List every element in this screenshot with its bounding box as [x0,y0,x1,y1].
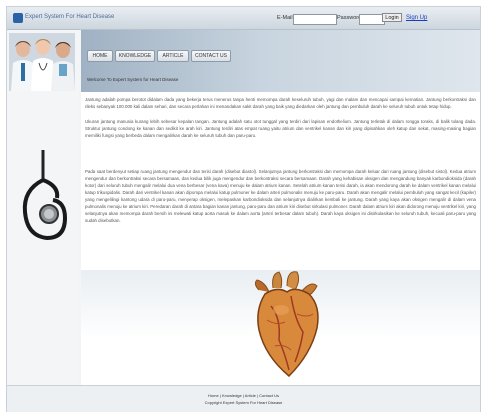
footer-copyright: Copyright Expert System For Heart Diseas… [204,400,283,405]
tab-knowledge[interactable]: KNOWLEDGE [115,50,155,62]
email-field[interactable] [293,14,337,25]
main-content: HOME KNOWLEDGE ARTICLE CONTACT US Welcom… [81,30,480,385]
site-title[interactable]: Expert System For Heart Disease [25,14,114,20]
signup-link[interactable]: Sign Up [406,15,427,21]
tab-contact-us[interactable]: CONTACT US [191,50,231,62]
page: Expert System For Heart Disease E-Mail P… [6,6,481,412]
tab-article[interactable]: ARTICLE [157,50,189,62]
doctors-photo [9,33,75,91]
email-label: E-Mail [277,15,293,21]
tab-home[interactable]: HOME [87,50,113,62]
paragraph: Jantung adalah pompa berotot didalam dad… [85,97,476,109]
paragraph: Ukuran jantung manusia kurang lebih sebe… [85,119,476,138]
footer: Home | Knowledge | Article | Contact Us … [7,385,480,412]
footer-links[interactable]: Home | Knowledge | Article | Contact Us [7,393,480,398]
stethoscope-image [13,150,73,260]
heart-image [251,270,326,380]
site-logo-icon [13,13,23,23]
password-label: Password [337,15,362,21]
banner: HOME KNOWLEDGE ARTICLE CONTACT US Welcom… [81,30,480,92]
welcome-text: Welcome To Expert System for Heart Disea… [87,77,179,82]
sidebar [7,30,79,385]
login-button[interactable]: Login [382,13,402,22]
paragraph: Pada saat berdenyut setiap ruang jantung… [85,169,476,223]
article-body: Jantung adalah pompa berotot didalam dad… [81,92,480,270]
header: Expert System For Heart Disease E-Mail P… [7,7,480,30]
heart-image-section [81,270,480,385]
